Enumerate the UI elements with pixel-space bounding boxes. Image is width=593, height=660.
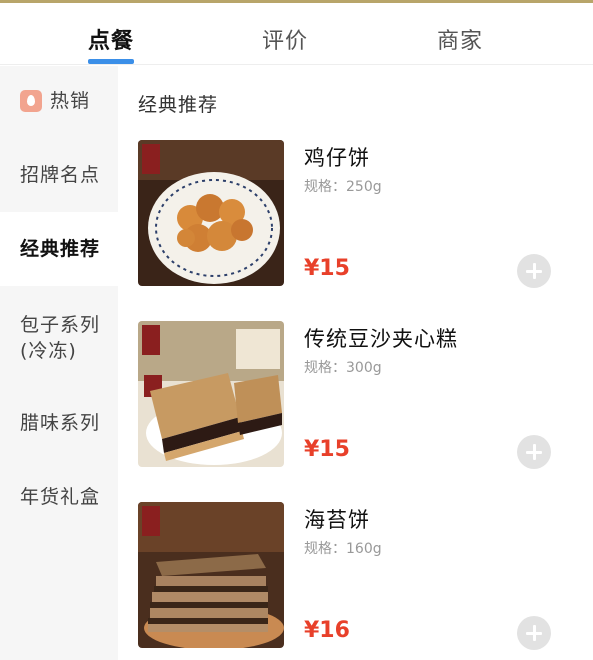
tab-merchant[interactable]: 商家 (437, 23, 483, 55)
product-spec: 规格：160g (304, 541, 382, 557)
product-price: ¥15 (304, 437, 350, 462)
product-spec: 规格：300g (304, 360, 382, 376)
active-tab-indicator (88, 59, 134, 64)
product-card[interactable]: 传统豆沙夹心糕 规格：300g ¥15 (138, 321, 578, 471)
sidebar-item-label-sub: (冷冻) (20, 340, 77, 362)
add-to-cart-plus-icon[interactable] (517, 435, 551, 469)
tab-reviews[interactable]: 评价 (262, 23, 308, 55)
product-name: 鸡仔饼 (304, 146, 370, 170)
bean-paste-cake-photo[interactable] (138, 321, 284, 467)
tab-order[interactable]: 点餐 (88, 23, 134, 55)
sidebar-item-label: 经典推荐 (20, 238, 101, 260)
hot-flame-icon (20, 90, 42, 112)
product-spec: 规格：250g (304, 179, 382, 195)
sidebar-item-label: 腊味系列 (20, 412, 101, 434)
product-card[interactable]: 鸡仔饼 规格：250g ¥15 (138, 140, 578, 290)
sidebar-item-gift-box[interactable]: 年货礼盒 (0, 470, 118, 530)
sidebar-item-label: 招牌名点 (20, 164, 101, 186)
sidebar-item-label: 包子系列 (20, 314, 101, 336)
product-card[interactable]: 海苔饼 规格：160g ¥16 (138, 502, 578, 652)
chicken-cookie-photo[interactable] (138, 140, 284, 286)
section-title: 经典推荐 (138, 94, 219, 116)
top-tab-bar: 点餐 评价 商家 (0, 3, 593, 65)
sidebar-item-signature[interactable]: 招牌名点 (0, 138, 118, 212)
add-to-cart-plus-icon[interactable] (517, 616, 551, 650)
product-price: ¥16 (304, 618, 350, 643)
sidebar-item-classic[interactable]: 经典推荐 (0, 212, 118, 286)
seaweed-biscuit-photo[interactable] (138, 502, 284, 648)
product-name: 海苔饼 (304, 508, 370, 532)
sidebar-item-hot[interactable]: 热销 (0, 66, 118, 136)
sidebar-item-cured-meat[interactable]: 腊味系列 (0, 396, 118, 456)
product-price: ¥15 (304, 256, 350, 281)
sidebar-item-buns-frozen[interactable]: 包子系列 (冷冻) (0, 292, 118, 382)
sidebar-item-label: 热销 (50, 90, 91, 112)
product-name: 传统豆沙夹心糕 (304, 327, 458, 351)
category-sidebar: 热销 招牌名点 经典推荐 包子系列 (冷冻) 腊味系列 年货礼盒 (0, 66, 118, 660)
add-to-cart-plus-icon[interactable] (517, 254, 551, 288)
sidebar-item-label: 年货礼盒 (20, 486, 101, 508)
